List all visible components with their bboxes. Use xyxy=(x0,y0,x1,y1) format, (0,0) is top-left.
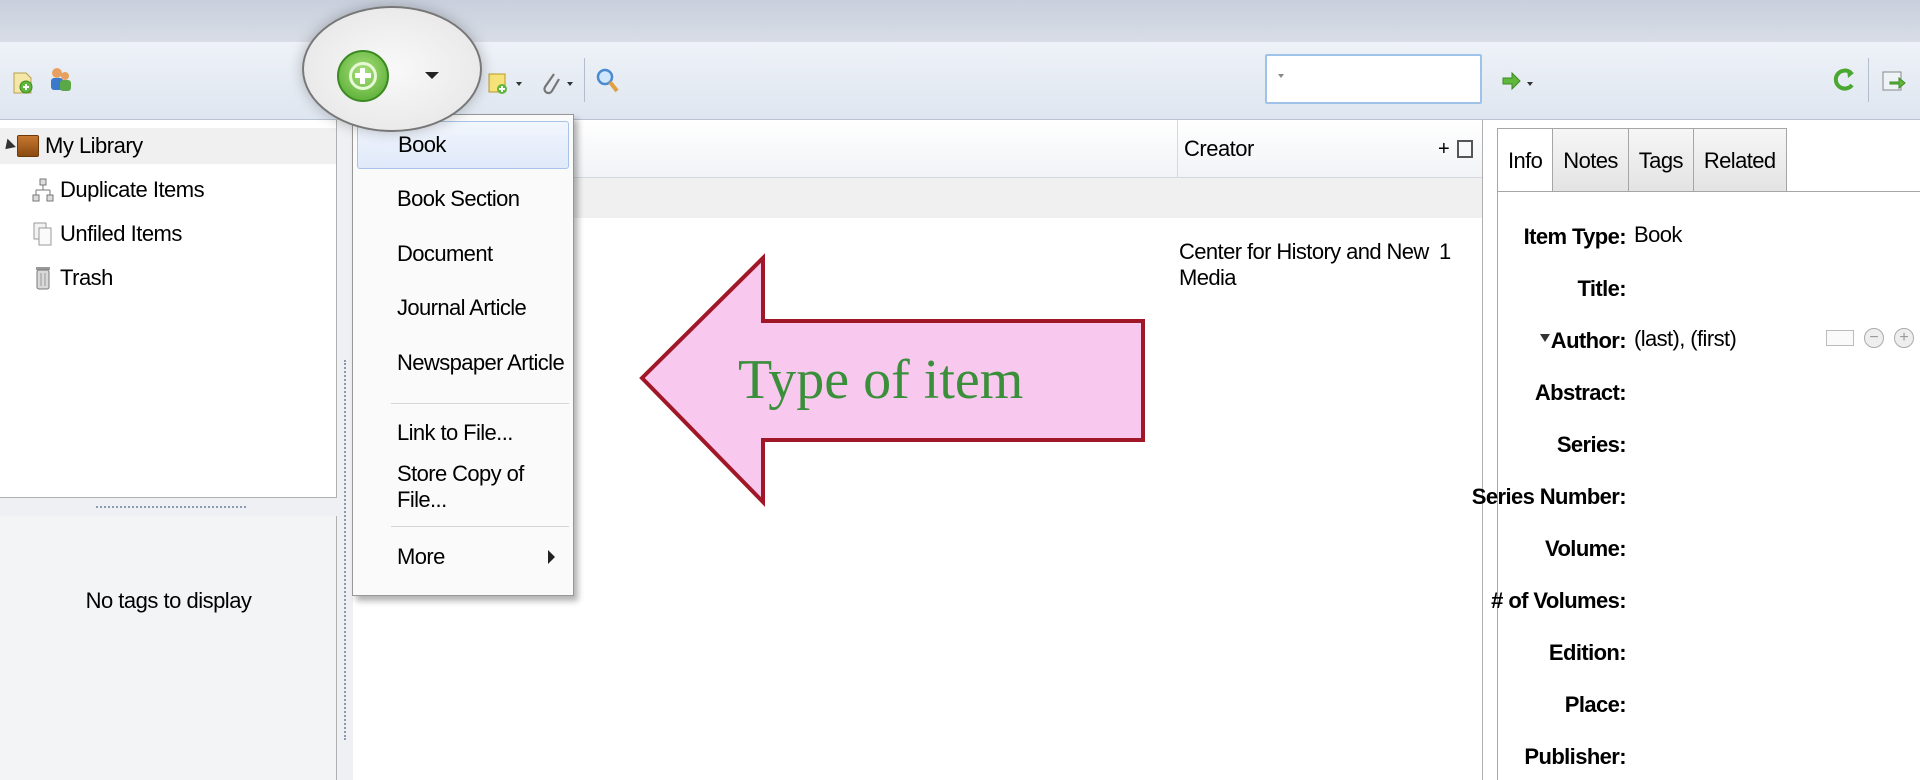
annotation-text: Type of item xyxy=(738,349,1024,411)
